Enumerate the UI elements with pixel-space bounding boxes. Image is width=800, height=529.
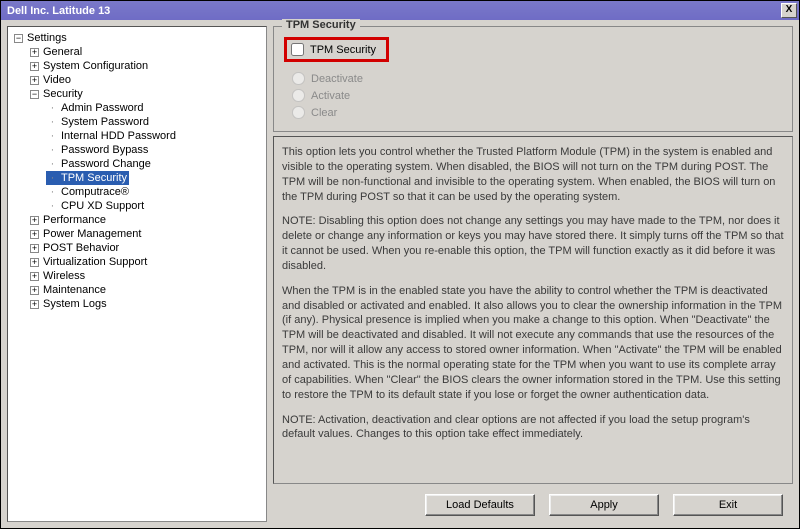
plus-icon[interactable]: + bbox=[30, 258, 39, 267]
plus-icon[interactable]: + bbox=[30, 48, 39, 57]
tree-subitem[interactable]: · System Password bbox=[46, 115, 264, 129]
tpm-security-checkbox-label: TPM Security bbox=[310, 44, 376, 56]
tpm-radio-label: Deactivate bbox=[311, 73, 363, 85]
minus-icon[interactable]: − bbox=[14, 34, 23, 43]
tree-subitem-label: Computrace® bbox=[61, 186, 129, 198]
tpm-security-checkbox-row[interactable]: TPM Security bbox=[291, 43, 376, 56]
tree-item-label: Maintenance bbox=[43, 284, 106, 296]
tree-item[interactable]: + Virtualization Support bbox=[28, 255, 264, 269]
tree-subitem[interactable]: · Password Bypass bbox=[46, 143, 264, 157]
main-panel: TPM Security TPM Security DeactivateActi… bbox=[273, 26, 793, 522]
plus-icon[interactable]: + bbox=[30, 272, 39, 281]
tree-item[interactable]: + Maintenance bbox=[28, 283, 264, 297]
tree-subitem-label: System Password bbox=[61, 116, 149, 128]
content-area: −Settings +General+System Configuration+… bbox=[1, 20, 799, 528]
tree-item-label: Virtualization Support bbox=[43, 256, 147, 268]
tpm-radio bbox=[292, 89, 305, 102]
tree-item-label: System Logs bbox=[43, 298, 107, 310]
tree-subitem-label: Password Bypass bbox=[61, 144, 148, 156]
tree-item[interactable]: + Power Management bbox=[28, 227, 264, 241]
tree-item[interactable]: + General bbox=[28, 45, 264, 59]
tpm-radio-label: Activate bbox=[311, 90, 350, 102]
tree-item-label: POST Behavior bbox=[43, 242, 119, 254]
tree-item[interactable]: + POST Behavior bbox=[28, 241, 264, 255]
plus-icon[interactable]: + bbox=[30, 244, 39, 253]
tree-subitem[interactable]: · TPM Security bbox=[46, 171, 264, 185]
tree-item[interactable]: + Video bbox=[28, 73, 264, 87]
leaf-icon: · bbox=[48, 116, 57, 128]
description-panel: This option lets you control whether the… bbox=[273, 136, 793, 484]
leaf-icon: · bbox=[48, 200, 57, 212]
tpm-radio-row: Clear bbox=[292, 106, 782, 119]
leaf-icon: · bbox=[48, 172, 57, 184]
leaf-icon: · bbox=[48, 186, 57, 198]
settings-tree: −Settings +General+System Configuration+… bbox=[7, 26, 267, 522]
tree-subitem-label: TPM Security bbox=[61, 172, 127, 184]
tree-item-label: General bbox=[43, 46, 82, 58]
tree-item[interactable]: + System Configuration bbox=[28, 59, 264, 73]
tree-subitem-label: Password Change bbox=[61, 158, 151, 170]
tree-item-label: System Configuration bbox=[43, 60, 148, 72]
tree-item[interactable]: + Performance bbox=[28, 213, 264, 227]
footer-buttons: Load Defaults Apply Exit bbox=[273, 488, 793, 522]
leaf-icon: · bbox=[48, 130, 57, 142]
tree-item-label: Power Management bbox=[43, 228, 141, 240]
desc-paragraph: This option lets you control whether the… bbox=[282, 145, 784, 204]
desc-paragraph: NOTE: Activation, deactivation and clear… bbox=[282, 413, 784, 443]
tree-item[interactable]: + Wireless bbox=[28, 269, 264, 283]
tpm-radio bbox=[292, 106, 305, 119]
tree-subitem[interactable]: · Internal HDD Password bbox=[46, 129, 264, 143]
tree-item-label: Wireless bbox=[43, 270, 85, 282]
plus-icon[interactable]: + bbox=[30, 216, 39, 225]
exit-button[interactable]: Exit bbox=[673, 494, 783, 516]
highlight-box: TPM Security bbox=[284, 37, 389, 62]
tpm-radio-row: Activate bbox=[292, 89, 782, 102]
desc-paragraph: NOTE: Disabling this option does not cha… bbox=[282, 214, 784, 273]
tree-subitem[interactable]: · Computrace® bbox=[46, 185, 264, 199]
tree-root-label: Settings bbox=[27, 32, 67, 44]
tree-subitem[interactable]: · Admin Password bbox=[46, 101, 264, 115]
tree-item[interactable]: + System Logs bbox=[28, 297, 264, 311]
tree-item[interactable]: −Security · Admin Password · System Password… bbox=[28, 87, 264, 213]
titlebar: Dell Inc. Latitude 13 X bbox=[1, 1, 799, 20]
tree-subitem-label: Admin Password bbox=[61, 102, 144, 114]
plus-icon[interactable]: + bbox=[30, 76, 39, 85]
tpm-security-checkbox[interactable] bbox=[291, 43, 304, 56]
tree-item-label: Video bbox=[43, 74, 71, 86]
leaf-icon: · bbox=[48, 102, 57, 114]
minus-icon[interactable]: − bbox=[30, 90, 39, 99]
tree-item-label: Security bbox=[43, 88, 83, 100]
plus-icon[interactable]: + bbox=[30, 62, 39, 71]
apply-button[interactable]: Apply bbox=[549, 494, 659, 516]
leaf-icon: · bbox=[48, 158, 57, 170]
desc-paragraph: When the TPM is in the enabled state you… bbox=[282, 284, 784, 403]
window-title: Dell Inc. Latitude 13 bbox=[7, 5, 110, 17]
group-title: TPM Security bbox=[282, 19, 360, 31]
bios-window: Dell Inc. Latitude 13 X −Settings +Gener… bbox=[0, 0, 800, 529]
plus-icon[interactable]: + bbox=[30, 286, 39, 295]
tree-root[interactable]: −Settings +General+System Configuration+… bbox=[10, 31, 264, 311]
tree-subitem[interactable]: · Password Change bbox=[46, 157, 264, 171]
tpm-radio bbox=[292, 72, 305, 85]
tree-subitem-label: CPU XD Support bbox=[61, 200, 144, 212]
tpm-radio-row: Deactivate bbox=[292, 72, 782, 85]
tree-subitem[interactable]: · CPU XD Support bbox=[46, 199, 264, 213]
leaf-icon: · bbox=[48, 144, 57, 156]
tpm-radio-label: Clear bbox=[311, 107, 337, 119]
plus-icon[interactable]: + bbox=[30, 300, 39, 309]
tree-subitem-label: Internal HDD Password bbox=[61, 130, 176, 142]
close-button[interactable]: X bbox=[781, 3, 797, 18]
tree-item-label: Performance bbox=[43, 214, 106, 226]
tpm-groupbox: TPM Security TPM Security DeactivateActi… bbox=[273, 26, 793, 132]
plus-icon[interactable]: + bbox=[30, 230, 39, 239]
load-defaults-button[interactable]: Load Defaults bbox=[425, 494, 535, 516]
